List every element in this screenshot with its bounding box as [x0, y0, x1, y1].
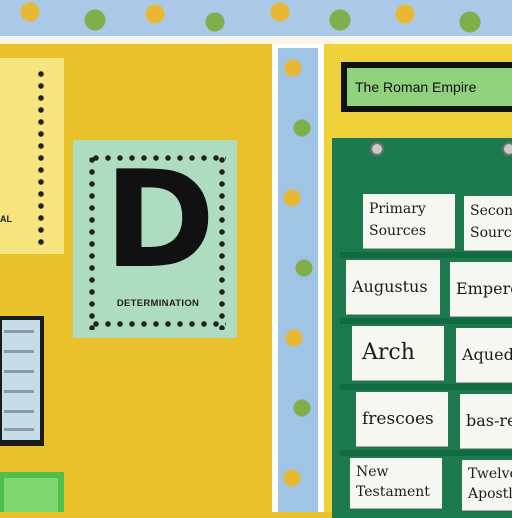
decorative-border-vertical	[278, 48, 318, 512]
pocket-slot	[340, 318, 512, 324]
title-card: The Roman Empire	[347, 68, 512, 106]
grommet	[370, 142, 384, 156]
poster-line	[4, 350, 34, 353]
vocab-card: bas-relief	[460, 394, 512, 448]
vocab-card: Secondary Sources	[464, 196, 512, 250]
poster-line	[4, 410, 34, 413]
left-card-label: AL	[0, 214, 12, 224]
big-letter: D	[104, 142, 216, 298]
small-poster-content	[2, 320, 40, 440]
vocab-card: Arch	[352, 326, 444, 380]
dotted-border	[36, 68, 46, 248]
pocket-slot	[340, 450, 512, 456]
poster-line	[4, 390, 34, 393]
pocket-slot	[340, 384, 512, 390]
vocab-card: Primary Sources	[363, 194, 455, 248]
poster-line	[4, 428, 34, 431]
dotted-border-bottom	[90, 320, 226, 328]
vocab-card: New Testament	[350, 458, 442, 508]
poster-line	[4, 370, 34, 373]
grommet	[502, 142, 512, 156]
poster-line	[4, 330, 34, 333]
border-edge	[0, 36, 512, 44]
vocab-card: Aqueduct	[456, 328, 512, 382]
vocab-card: Emperor	[450, 262, 512, 316]
letter-card-word: DETERMINATION	[116, 298, 200, 309]
green-card-inner	[4, 478, 58, 512]
vocab-card: Twelve Apostles	[462, 460, 512, 510]
left-letter-card	[0, 58, 64, 254]
decorative-border-top	[0, 0, 512, 40]
vocab-card: Augustus	[346, 260, 440, 314]
vocab-card: frescoes	[356, 392, 448, 446]
pocket-slot	[340, 252, 512, 258]
